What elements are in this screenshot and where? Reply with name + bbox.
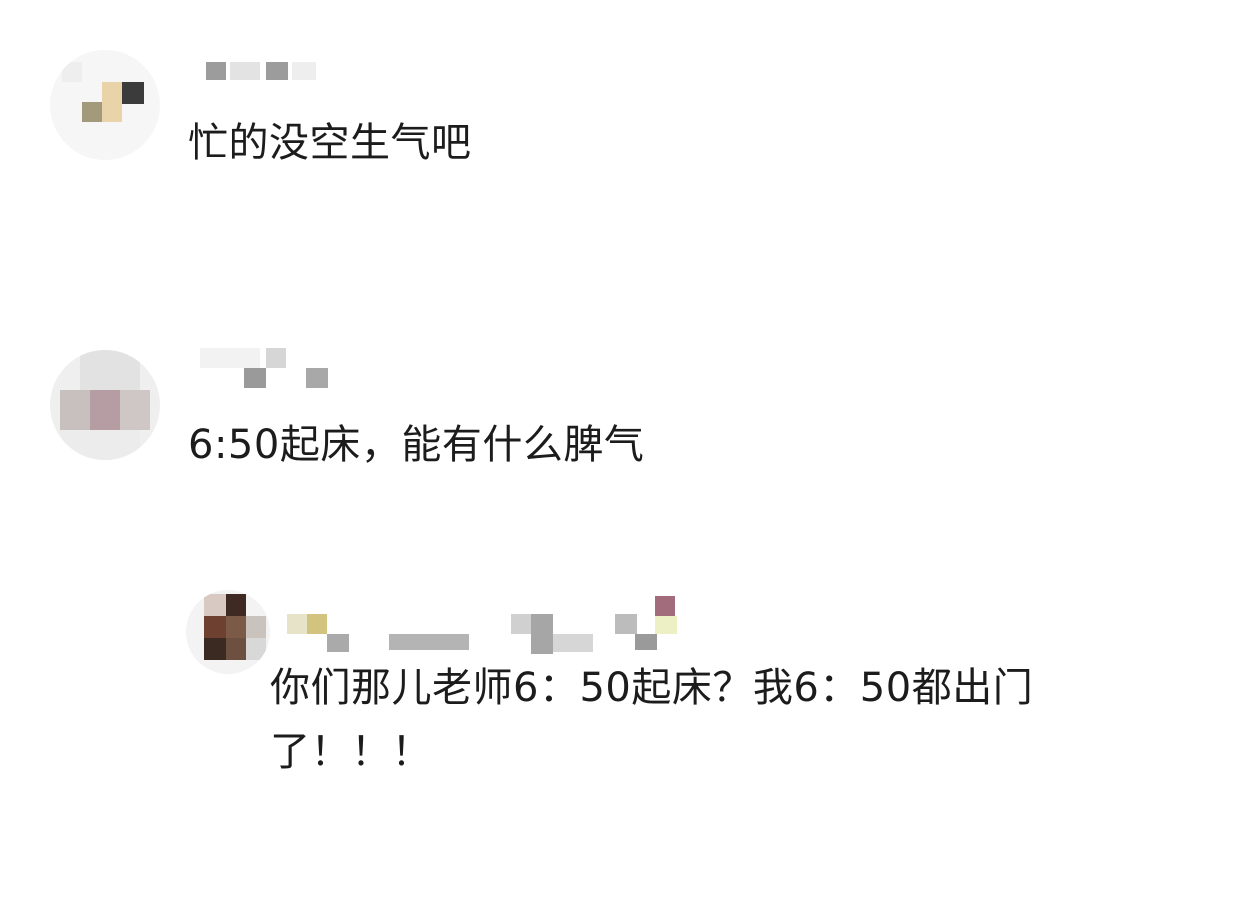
avatar-pixel	[120, 390, 150, 430]
avatar[interactable]	[50, 350, 160, 460]
avatar-pixel	[82, 102, 102, 122]
blur-pixel	[244, 368, 266, 388]
comment-text: 6:50起床，能有什么脾气	[188, 422, 645, 468]
avatar-pixel	[204, 616, 226, 638]
avatar-pixel	[90, 390, 120, 430]
blur-pixel	[206, 62, 226, 80]
blur-pixel	[307, 614, 327, 634]
avatar-pixel	[80, 350, 140, 390]
blur-pixel	[327, 634, 349, 652]
avatar-pixel	[102, 82, 122, 122]
blur-pixel	[655, 596, 675, 616]
blur-pixel	[230, 62, 260, 80]
blur-pixel	[389, 634, 469, 650]
avatar-pixel	[204, 594, 226, 616]
comment-item: 忙的没空生气吧	[0, 0, 1236, 220]
comment-text: 忙的没空生气吧	[188, 120, 472, 166]
blur-pixel	[553, 634, 593, 652]
username-blurred[interactable]	[200, 348, 340, 393]
avatar-pixel	[60, 430, 140, 460]
blur-pixel	[635, 634, 657, 650]
reply-text: 你们那儿老师6：50起床？我6：50都出门 了！！！	[270, 656, 1190, 784]
blur-pixel	[287, 614, 307, 634]
avatar-pixel	[226, 594, 246, 616]
username-blurred[interactable]	[285, 592, 705, 654]
blur-pixel	[292, 62, 316, 80]
reply-item: 你们那儿老师6：50起床？我6：50都出门 了！！！	[0, 580, 1236, 810]
blur-pixel	[306, 368, 328, 388]
avatar[interactable]	[186, 590, 270, 674]
avatar-pixel	[246, 616, 266, 638]
avatar-pixel	[246, 638, 266, 660]
blur-pixel	[615, 614, 637, 634]
reply-text-line: 你们那儿老师6：50起床？我6：50都出门	[270, 665, 1034, 711]
blur-pixel	[266, 62, 288, 80]
avatar-pixel	[204, 638, 226, 660]
blur-pixel	[266, 348, 286, 368]
avatar-pixel	[226, 616, 246, 638]
avatar-pixel	[226, 638, 246, 660]
blur-pixel	[511, 614, 531, 634]
username-blurred[interactable]	[200, 62, 330, 82]
avatar-pixel	[60, 390, 90, 430]
avatar-pixel	[122, 82, 144, 104]
avatar[interactable]	[50, 50, 160, 160]
blur-pixel	[531, 614, 553, 654]
blur-pixel	[200, 348, 260, 368]
avatar-pixel	[62, 62, 82, 82]
comment-item: 6:50起床，能有什么脾气	[0, 330, 1236, 500]
blur-pixel	[655, 616, 677, 634]
reply-text-line: 了！！！	[270, 729, 432, 775]
